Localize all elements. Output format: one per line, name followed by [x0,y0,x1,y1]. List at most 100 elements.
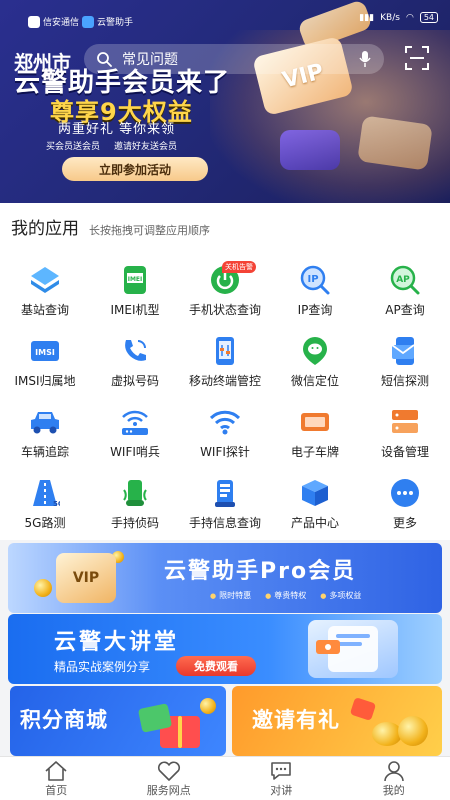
banner-tagline: 两重好礼 等你来领 [58,122,176,137]
app-terminal-control[interactable]: 移动终端管控 [180,330,270,401]
pro-member-title: 云警助手Pro会员 [164,559,357,584]
shutdown-alert-badge: 关机告警 [222,261,256,273]
pro-member-banner[interactable]: VIP 云警助手Pro会员 限时特惠 尊贵特权 多项权益 [8,543,442,613]
scan-icon[interactable] [404,45,430,71]
sms-detect-icon [388,334,422,368]
app-sms-detect[interactable]: 短信探测 [360,330,450,401]
imei-icon: IMEI [118,263,152,297]
microphone-icon[interactable] [358,50,372,68]
signal-icon: ▮▮▮ [359,12,375,23]
app-label: 车辆追踪 [20,445,69,459]
brand-left-label: 信安通信 [43,18,80,28]
tab-mine[interactable]: 我的 [338,757,450,800]
app-label: 手持信息查询 [188,516,261,530]
e-plate-icon [298,405,332,439]
points-mall-banner[interactable]: 积分商城 [10,686,226,756]
app-label: 电子车牌 [290,445,339,459]
red-envelope-decor [349,697,377,721]
device-manage-icon [388,405,422,439]
app-vehicle-track[interactable]: 车辆追踪 [0,401,90,472]
product-center-icon [298,476,332,510]
app-label: IMSI归属地 [14,374,76,388]
app-ap-query[interactable]: AP AP查询 [360,259,450,330]
app-label: 手持侦码 [110,516,159,530]
brand-logo-right: 云警助手 [82,15,133,28]
imsi-icon: IMSI [28,334,62,368]
perk-item: 买会员送会员 [46,142,101,152]
app-label: IP查询 [297,303,333,317]
app-label: 短信探测 [380,374,429,388]
lecture-phone-illustration [308,620,398,678]
more-icon [388,476,422,510]
app-label: 5G路测 [24,516,66,530]
brand-logo-left: 信安通信 [28,15,79,28]
app-wifi-sentinel[interactable]: WIFI哨兵 [90,401,180,472]
app-wifi-probe[interactable]: WIFI探针 [180,401,270,472]
my-apps-section: 我的应用 长按拖拽可调整应用顺序 基站查询 IMEI IMEI机型 关机告警 手… [0,203,450,540]
tab-intercom[interactable]: 对讲 [225,757,338,800]
app-label: 微信定位 [290,374,339,388]
section-hint: 长按拖拽可调整应用顺序 [89,224,210,237]
app-handheld-info[interactable]: 手持信息查询 [180,472,270,543]
pro-badge: 尊贵特权 [265,590,306,601]
app-label: AP查询 [385,303,425,317]
banner-decor-tile [357,115,433,171]
tab-service-points[interactable]: 服务网点 [113,757,226,800]
app-virtual-number[interactable]: 虚拟号码 [90,330,180,401]
tab-label: 对讲 [270,784,293,797]
join-activity-button[interactable]: 立即参加活动 [62,157,208,181]
bottom-tab-bar: 首页 服务网点 对讲 我的 [0,756,450,800]
handheld-info-icon [208,476,242,510]
invite-reward-banner[interactable]: 邀请有礼 [232,686,442,756]
app-more[interactable]: 更多 [360,472,450,543]
heart-icon [157,761,180,781]
vehicle-track-icon [28,405,62,439]
app-phone-status[interactable]: 关机告警 手机状态查询 [180,259,270,330]
app-label: WIFI探针 [200,445,250,459]
lecture-title: 云警大讲堂 [54,630,180,655]
banner-perks: 买会员送会员 邀请好友送会员 [46,139,177,152]
tab-home[interactable]: 首页 [0,757,113,800]
xinan-logo-icon [28,15,40,28]
home-icon [45,761,67,781]
chat-icon [271,762,292,780]
app-device-manage[interactable]: 设备管理 [360,401,450,472]
wifi-icon: ◠ [405,12,414,23]
app-label: 虚拟号码 [110,374,159,388]
virtual-number-icon [118,334,152,368]
lecture-hall-banner[interactable]: 云警大讲堂 精品实战案例分享 免费观看 [8,614,442,684]
coin-decor [34,579,52,597]
svg-text:IMSI: IMSI [35,348,55,357]
battery-icon: 54 [419,12,438,23]
coin-decor [200,698,216,714]
app-label: 更多 [392,516,417,530]
app-imsi[interactable]: IMSI IMSI归属地 [0,330,90,401]
pro-badge: 多项权益 [320,590,361,601]
handheld-detect-icon [118,476,152,510]
lecture-subtitle: 精品实战案例分享 [54,660,151,674]
gift-ribbon-decor [178,716,182,748]
app-imei[interactable]: IMEI IMEI机型 [90,259,180,330]
tab-label: 服务网点 [146,784,191,797]
free-watch-button[interactable]: 免费观看 [176,656,256,676]
coin-stack-decor [398,716,428,746]
section-title: 我的应用 [11,219,79,239]
membership-banner[interactable]: VIP ▮▮▮ KB/s ◠ 54 信安通信 云警助手 郑州市 常见问题 云警助… [0,0,450,203]
app-handheld-detect[interactable]: 手持侦码 [90,472,180,543]
app-wechat-locate[interactable]: 微信定位 [270,330,360,401]
wifi-probe-icon [208,405,242,439]
app-ip-query[interactable]: IP IP查询 [270,259,360,330]
app-label: 移动终端管控 [188,374,261,388]
pro-vip-card: VIP [56,553,116,603]
yunjing-logo-icon [82,15,94,28]
app-grid: 基站查询 IMEI IMEI机型 关机告警 手机状态查询 IP IP查询 AP … [0,259,450,543]
app-base-station[interactable]: 基站查询 [0,259,90,330]
app-label: 基站查询 [20,303,69,317]
5g-test-icon: 5G [28,476,62,510]
tab-label: 我的 [382,784,405,797]
ip-icon: IP [298,263,332,297]
app-e-plate[interactable]: 电子车牌 [270,401,360,472]
app-5g-test[interactable]: 5G 5G路测 [0,472,90,543]
app-product-center[interactable]: 产品中心 [270,472,360,543]
brand-right-label: 云警助手 [97,18,134,28]
